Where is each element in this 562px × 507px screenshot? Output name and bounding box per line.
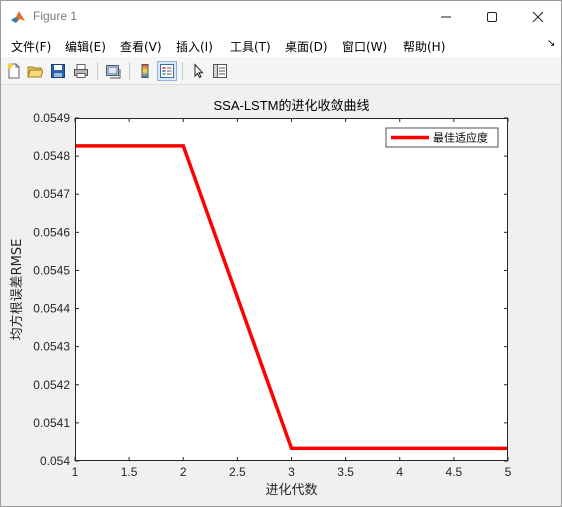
menu-file[interactable]: 文件(F) xyxy=(11,38,51,55)
legend[interactable]: 最佳适应度 xyxy=(385,127,499,148)
close-icon xyxy=(532,11,544,23)
toolbar-separator xyxy=(182,62,183,80)
maximize-button[interactable] xyxy=(469,1,515,33)
figure-canvas: SSA-LSTM的进化收敛曲线 进化代数 均方根误差RMSE 1 1.5 2 2.5 3… xyxy=(1,86,561,506)
link-plot-button[interactable] xyxy=(103,61,123,81)
y-tick-label: 0.0543 xyxy=(33,340,70,354)
x-tick-label: 1 xyxy=(72,465,79,479)
menu-edit[interactable]: 编辑(E) xyxy=(65,38,106,55)
menu-overflow-arrow-icon[interactable]: ↘ xyxy=(547,38,555,49)
y-tick-label: 0.0547 xyxy=(33,187,70,201)
menu-help[interactable]: 帮助(H) xyxy=(403,38,445,55)
print-icon xyxy=(74,64,88,78)
colorbar-icon xyxy=(141,64,149,78)
figure-window: Figure 1 文件(F) 编辑(E) 查看(V) 插入(I) 工具(T) 桌… xyxy=(0,0,562,507)
colorbar-button[interactable] xyxy=(135,61,155,81)
link-plot-icon xyxy=(106,65,121,79)
menu-window[interactable]: 窗口(W) xyxy=(342,38,387,55)
menu-desktop[interactable]: 桌面(D) xyxy=(285,38,328,55)
open-file-icon xyxy=(27,66,43,78)
x-tick-label: 1.5 xyxy=(121,465,138,479)
toolbar-separator xyxy=(97,62,98,80)
x-axis-label: 进化代数 xyxy=(265,483,317,498)
x-tick-label: 4.5 xyxy=(446,465,463,479)
y-tick-label: 0.0545 xyxy=(33,263,70,277)
minimize-button[interactable] xyxy=(423,1,469,33)
x-tick-label: 3.5 xyxy=(337,465,354,479)
menu-bar: 文件(F) 编辑(E) 查看(V) 插入(I) 工具(T) 桌面(D) 窗口(W… xyxy=(1,33,561,57)
maximize-icon xyxy=(487,12,497,22)
legend-label: 最佳适应度 xyxy=(433,131,488,145)
close-button[interactable] xyxy=(515,1,561,33)
x-tick-label: 2 xyxy=(180,465,187,479)
x-tick-label: 2.5 xyxy=(229,465,246,479)
y-tick-label: 0.0549 xyxy=(33,111,70,125)
property-inspector-button[interactable] xyxy=(210,61,230,81)
open-file-button[interactable] xyxy=(25,61,45,81)
save-icon xyxy=(51,64,65,78)
chart-title: SSA-LSTM的进化收敛曲线 xyxy=(213,98,369,113)
new-figure-button[interactable] xyxy=(4,61,24,81)
x-tick-label: 5 xyxy=(505,465,512,479)
x-tick-label: 4 xyxy=(396,465,403,479)
print-button[interactable] xyxy=(71,61,91,81)
y-tick-label: 0.0541 xyxy=(33,416,70,430)
menu-view[interactable]: 查看(V) xyxy=(120,38,162,55)
y-axis-label: 均方根误差RMSE xyxy=(9,239,25,341)
y-tick-label: 0.0546 xyxy=(33,225,70,239)
y-tick-label: 0.0548 xyxy=(33,149,70,163)
figure-toolbar xyxy=(1,57,561,85)
axes-background xyxy=(75,118,508,461)
new-figure-icon xyxy=(7,63,20,79)
save-button[interactable] xyxy=(48,61,68,81)
y-tick-label: 0.0542 xyxy=(33,378,70,392)
menu-insert[interactable]: 插入(I) xyxy=(176,38,213,55)
y-tick-label: 0.054 xyxy=(40,454,70,468)
toolbar-separator xyxy=(129,62,130,80)
matlab-icon xyxy=(11,11,25,23)
window-title: Figure 1 xyxy=(33,9,78,23)
title-bar: Figure 1 xyxy=(1,1,561,33)
minimize-icon xyxy=(441,16,451,18)
y-tick-label: 0.0544 xyxy=(33,302,70,316)
property-inspector-icon xyxy=(213,64,227,78)
pointer-icon xyxy=(194,63,204,79)
legend-button[interactable] xyxy=(157,61,177,81)
menu-tools[interactable]: 工具(T) xyxy=(230,38,271,55)
legend-icon xyxy=(160,64,174,78)
pointer-button[interactable] xyxy=(188,61,208,81)
convergence-plot: SSA-LSTM的进化收敛曲线 进化代数 均方根误差RMSE 1 1.5 2 2.5 3… xyxy=(9,98,512,498)
x-tick-label: 3 xyxy=(288,465,295,479)
